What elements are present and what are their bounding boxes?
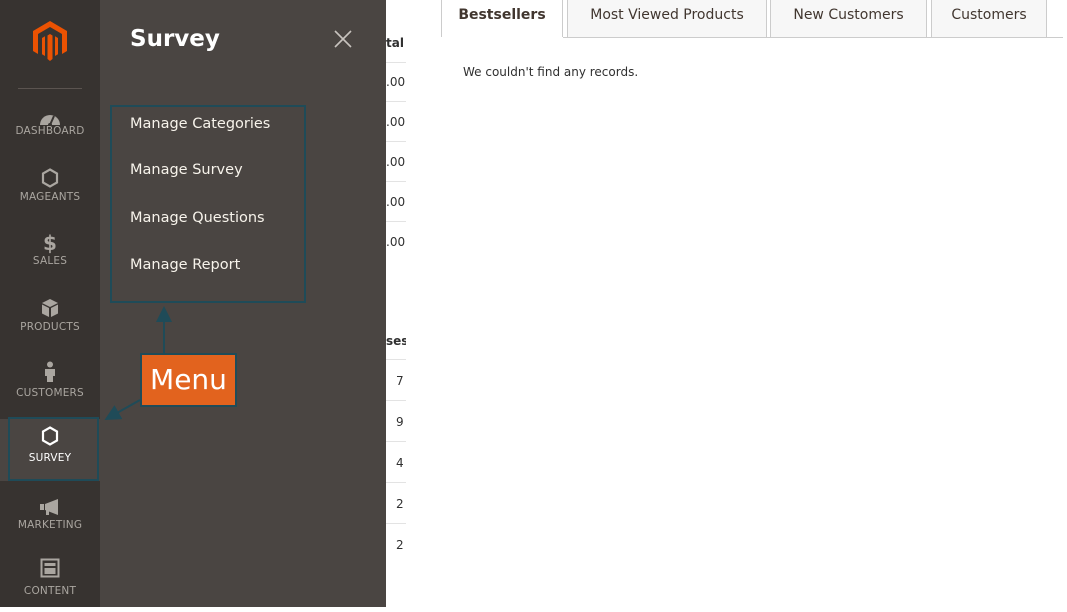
table-cell: 2 xyxy=(396,538,404,552)
column-header: ses xyxy=(386,334,406,348)
submenu-item-manage-survey[interactable]: Manage Survey xyxy=(130,162,243,178)
menu-highlight-box xyxy=(110,105,306,303)
tabs-bottom-border xyxy=(563,37,1063,38)
table-cell: 2 xyxy=(396,497,404,511)
hexagon-icon xyxy=(0,419,100,446)
dashboard-tabs: Bestsellers Most Viewed Products New Cus… xyxy=(441,0,1063,38)
nav-label: CUSTOMERS xyxy=(16,387,84,399)
nav-item-products[interactable]: PRODUCTS xyxy=(0,290,100,352)
nav-item-survey[interactable]: SURVEY xyxy=(0,419,100,481)
empty-records-message: We couldn't find any records. xyxy=(463,65,639,79)
tab-new-customers[interactable]: New Customers xyxy=(770,0,927,37)
nav-label: PRODUCTS xyxy=(20,321,80,333)
nav-label: CONTENT xyxy=(23,585,77,597)
box-icon xyxy=(0,290,100,318)
table-cell: .00 xyxy=(386,75,406,89)
nav-item-dashboard[interactable]: DASHBOARD xyxy=(0,98,100,160)
row-divider xyxy=(386,441,406,442)
row-divider xyxy=(386,141,406,142)
magento-logo[interactable] xyxy=(0,0,100,82)
nav-label: MARKETING xyxy=(17,519,83,531)
submenu-item-manage-questions[interactable]: Manage Questions xyxy=(130,210,265,226)
layout-icon xyxy=(0,550,100,578)
table-cell: .00 xyxy=(386,235,406,249)
nav-item-marketing[interactable]: MARKETING xyxy=(0,488,100,550)
tab-customers[interactable]: Customers xyxy=(931,0,1047,37)
magento-logo-icon xyxy=(33,21,67,61)
table-cell: 4 xyxy=(396,456,404,470)
table-cell: 7 xyxy=(396,374,404,388)
tab-most-viewed-products[interactable]: Most Viewed Products xyxy=(567,0,767,37)
nav-label: MAGEANTS xyxy=(19,191,81,203)
nav-item-customers[interactable]: CUSTOMERS xyxy=(0,355,100,417)
table-cell: .00 xyxy=(386,155,406,169)
nav-label: SURVEY xyxy=(28,452,72,464)
hexagon-icon xyxy=(0,160,100,188)
nav-item-content[interactable]: CONTENT xyxy=(0,550,100,612)
dashboard-gauge-icon xyxy=(0,98,100,126)
table-cell: .00 xyxy=(386,195,406,209)
close-icon[interactable] xyxy=(332,28,354,50)
row-divider xyxy=(386,62,406,63)
menu-callout-label: Menu xyxy=(140,353,237,407)
person-icon xyxy=(0,355,100,383)
dollar-icon: $ xyxy=(43,231,57,255)
admin-sidebar: DASHBOARD MAGEANTS $ SALES PRODUCTS CUST… xyxy=(0,0,100,607)
nav-item-sales[interactable]: $ SALES xyxy=(0,225,100,287)
tab-bestsellers[interactable]: Bestsellers xyxy=(441,0,563,37)
submenu-item-manage-categories[interactable]: Manage Categories xyxy=(130,116,270,132)
submenu-title: Survey xyxy=(130,26,220,52)
logo-divider xyxy=(18,88,82,89)
background-table-column: tal .00 .00 .00 .00 .00 ses 7 9 4 2 2 xyxy=(386,0,406,607)
row-divider xyxy=(386,181,406,182)
nav-label: DASHBOARD xyxy=(15,125,85,137)
nav-label: SALES xyxy=(32,255,68,267)
row-divider xyxy=(386,400,406,401)
column-header: tal xyxy=(386,36,404,50)
row-divider xyxy=(386,523,406,524)
row-divider xyxy=(386,482,406,483)
survey-submenu: Survey Manage Categories Manage Survey M… xyxy=(100,0,386,607)
row-divider xyxy=(386,221,406,222)
nav-item-mageants[interactable]: MAGEANTS xyxy=(0,160,100,222)
megaphone-icon xyxy=(0,488,100,516)
table-cell: 9 xyxy=(396,415,404,429)
submenu-item-manage-report[interactable]: Manage Report xyxy=(130,257,240,273)
table-cell: .00 xyxy=(386,115,406,129)
row-divider xyxy=(386,101,406,102)
row-divider xyxy=(386,359,406,360)
